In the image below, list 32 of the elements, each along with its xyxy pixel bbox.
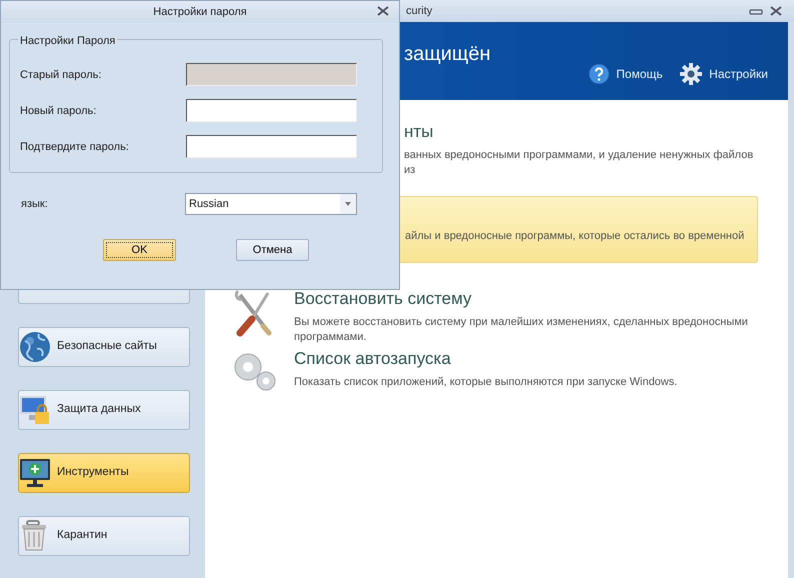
item-title[interactable]: Список автозапуска [294,349,678,370]
item-description: Показать список приложений, которые выполняются при запуске Windows. [294,375,678,390]
password-field[interactable] [186,135,357,158]
globe-icon [19,331,51,363]
item-description: ванных вредоносными программами, и удаление ненужных файлов из [404,148,754,178]
window-title: curity [406,4,434,19]
group-title: Настройки Пароля [18,33,118,50]
monitor-plus-icon [19,457,51,489]
header-link[interactable]: Помощь [588,62,663,86]
language-dropdown[interactable]: Russian [185,193,357,215]
item-description: айлы и вредоносные программы, которые остались во временной [405,229,744,244]
field-label: Новый пароль: [20,104,98,118]
sidebar-button[interactable]: Карантин [18,516,190,556]
password-field[interactable] [186,99,357,122]
item-description: Вы можете восстановить систему при малейших изменениях, сделанных вредоносными программами. [294,315,749,346]
field-label: Старый пароль: [20,68,102,82]
dialog-button[interactable]: Отмена [236,239,309,261]
settings-icon [679,62,704,86]
dialog-button[interactable]: OK [103,239,176,261]
help-icon [588,63,610,85]
sidebar-button[interactable]: Безопасные сайты [18,327,190,367]
dialog-title: Настройки пароля [153,4,247,20]
sidebar-button[interactable]: Инструменты [18,453,190,493]
header-title: защищён [404,42,492,67]
item-title[interactable]: Восстановить систему [294,289,758,310]
caret-icon [340,194,356,214]
sidebar-button[interactable]: Защита данных [18,390,190,430]
field-label: язык: [21,196,49,212]
header-link[interactable]: Настройки [679,62,768,86]
field-label: Подтвердите пароль: [20,140,130,154]
monitor-lock-icon [19,394,51,426]
item-title[interactable]: нты [404,122,758,142]
